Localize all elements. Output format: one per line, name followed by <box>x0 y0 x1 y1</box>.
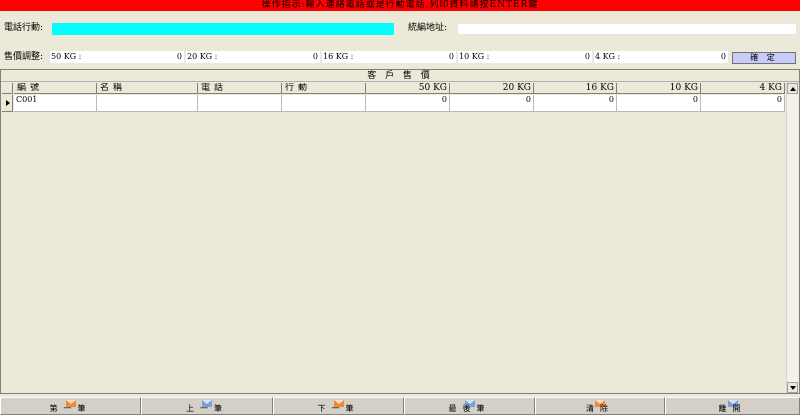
column-header-20kg[interactable]: 20 KG <box>450 83 534 94</box>
taxid-address-input[interactable] <box>457 23 797 35</box>
last-record-button[interactable]: 最後筆 <box>404 397 535 415</box>
adjust-10kg-field[interactable]: 10 KG : 0 <box>458 51 592 63</box>
table-cell-50kg[interactable]: 0 <box>366 95 450 112</box>
confirm-button[interactable]: 確 定 <box>732 52 796 64</box>
adjust-16kg-label: 16 KG : <box>323 52 354 61</box>
phone-mobile-input[interactable] <box>52 23 394 35</box>
column-header-phone[interactable]: 電話 <box>198 83 282 94</box>
grid-corner <box>2 83 13 94</box>
column-header-16kg[interactable]: 16 KG <box>534 83 617 94</box>
row-pointer-icon <box>6 100 10 106</box>
adjust-50kg-value: 0 <box>176 52 182 61</box>
adjust-20kg-value: 0 <box>312 52 318 61</box>
adjust-16kg-value: 0 <box>448 52 454 61</box>
next-record-button[interactable]: 下一筆 <box>273 397 404 415</box>
adjust-16kg-field[interactable]: 16 KG : 0 <box>322 51 456 63</box>
column-header-name[interactable]: 名稱 <box>97 83 198 94</box>
table-cell-name[interactable] <box>97 95 198 112</box>
table-cell-20kg[interactable]: 0 <box>450 95 534 112</box>
scroll-down-button[interactable] <box>787 382 798 393</box>
instruction-banner: 操作指示:輸入連絡電話或是行動電話,列印資料請按ENTER鍵 <box>0 0 800 11</box>
first-record-button[interactable]: 第一筆 <box>0 397 141 415</box>
customer-price-grid: 客 戶 售 價 編號 名稱 電話 行動 50 KG 20 KG 16 KG 10… <box>0 69 800 394</box>
footer-toolbar: 第一筆 上一筆 下一筆 最後筆 清除 離開 <box>0 397 800 415</box>
table-cell-mobile[interactable] <box>282 95 366 112</box>
table-cell-10kg[interactable]: 0 <box>617 95 701 112</box>
vertical-scrollbar[interactable] <box>786 83 798 393</box>
exit-label: 離開 <box>718 404 747 413</box>
adjust-4kg-label: 4 KG : <box>595 52 621 61</box>
column-header-mobile[interactable]: 行動 <box>282 83 366 94</box>
column-header-50kg[interactable]: 50 KG <box>366 83 450 94</box>
table-cell-id[interactable]: C001 <box>14 95 97 112</box>
table-cell-16kg[interactable]: 0 <box>534 95 617 112</box>
table-cell-4kg[interactable]: 0 <box>701 95 785 112</box>
first-record-label: 第一筆 <box>49 404 92 413</box>
clear-button[interactable]: 清除 <box>535 397 665 415</box>
clear-label: 清除 <box>586 404 614 413</box>
column-header-10kg[interactable]: 10 KG <box>617 83 701 94</box>
adjust-4kg-field[interactable]: 4 KG : 0 <box>594 51 728 63</box>
adjust-20kg-field[interactable]: 20 KG : 0 <box>186 51 320 63</box>
previous-record-label: 上一筆 <box>186 404 228 413</box>
next-record-label: 下一筆 <box>317 404 360 413</box>
adjust-10kg-label: 10 KG : <box>459 52 490 61</box>
adjust-50kg-label: 50 KG : <box>51 52 82 61</box>
exit-button[interactable]: 離開 <box>665 397 800 415</box>
previous-record-button[interactable]: 上一筆 <box>141 397 273 415</box>
grid-title: 客 戶 售 價 <box>1 70 799 82</box>
adjust-4kg-value: 0 <box>720 52 726 61</box>
adjust-10kg-value: 0 <box>584 52 590 61</box>
phone-mobile-label: 電話行動: <box>4 23 44 33</box>
arrow-up-icon <box>790 87 796 91</box>
adjust-50kg-field[interactable]: 50 KG : 0 <box>50 51 184 63</box>
price-adjust-label: 售價調整: <box>4 52 44 62</box>
table-cell-phone[interactable] <box>198 95 282 112</box>
arrow-down-icon <box>790 386 796 390</box>
taxid-address-label: 統編地址: <box>408 23 448 33</box>
scroll-up-button[interactable] <box>787 83 798 94</box>
column-header-id[interactable]: 編號 <box>14 83 97 94</box>
adjust-20kg-label: 20 KG : <box>187 52 218 61</box>
last-record-label: 最後筆 <box>448 404 491 413</box>
current-row-indicator[interactable] <box>2 95 13 112</box>
column-header-4kg[interactable]: 4 KG <box>701 83 785 94</box>
